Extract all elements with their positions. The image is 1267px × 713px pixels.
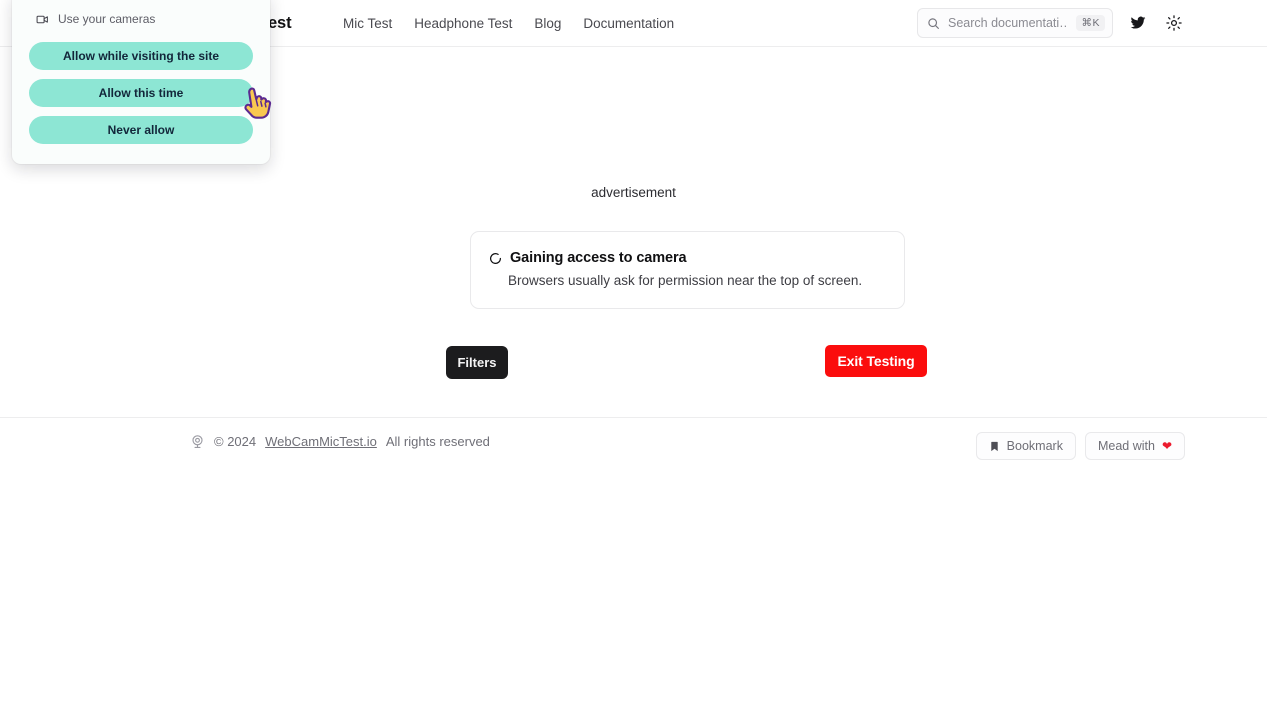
allow-this-time-button[interactable]: Allow this time: [29, 79, 253, 107]
footer-left-group: © 2024 WebCamMicTest.io All rights reser…: [190, 434, 490, 449]
status-card-subtitle: Browsers usually ask for permission near…: [508, 273, 863, 288]
permission-popup-title: Use your cameras: [58, 12, 156, 26]
nav-link-blog[interactable]: Blog: [534, 16, 561, 31]
search-box[interactable]: ⌘K: [917, 8, 1113, 38]
navbar-right-group: ⌘K: [917, 8, 1185, 38]
made-with-love-button[interactable]: Mead with ❤: [1084, 432, 1185, 460]
heart-icon: ❤: [1161, 439, 1172, 453]
advertisement-label: advertisement: [591, 185, 676, 200]
allow-while-visiting-button[interactable]: Allow while visiting the site: [29, 42, 253, 70]
page-footer: © 2024 WebCamMicTest.io All rights reser…: [0, 417, 1267, 472]
status-card-header: Gaining access to camera: [489, 250, 884, 266]
filters-button[interactable]: Filters: [446, 346, 508, 379]
bookmark-button[interactable]: Bookmark: [975, 432, 1076, 460]
loading-spinner-icon: [490, 252, 501, 264]
search-icon: [928, 17, 939, 29]
twitter-icon[interactable]: [1127, 12, 1149, 34]
bookmark-icon: [990, 441, 998, 451]
footer-copyright: © 2024: [214, 434, 257, 449]
bookmark-button-label: Bookmark: [1006, 439, 1063, 453]
nav-link-documentation[interactable]: Documentation: [583, 16, 674, 31]
nav-link-mic-test[interactable]: Mic Test: [343, 16, 392, 31]
footer-site-link[interactable]: WebCamMicTest.io: [265, 434, 377, 449]
sun-icon[interactable]: [1163, 12, 1185, 34]
exit-testing-button[interactable]: Exit Testing: [825, 345, 927, 377]
footer-rights-text: All rights reserved: [385, 434, 490, 449]
never-allow-button[interactable]: Never allow: [29, 116, 253, 144]
nav-link-headphone-test[interactable]: Headphone Test: [414, 16, 512, 31]
made-with-label: Mead with: [1097, 439, 1155, 453]
nav-links: Mic Test Headphone Test Blog Documentati…: [343, 16, 674, 31]
permission-popup-header: Use your cameras: [36, 12, 256, 26]
status-card-title: Gaining access to camera: [510, 250, 687, 266]
camera-status-card: Gaining access to camera Browsers usuall…: [470, 231, 905, 309]
camera-permission-popup: Use your cameras Allow while visiting th…: [12, 0, 270, 164]
app-root: MicTest Mic Test Headphone Test Blog Doc…: [0, 0, 1267, 713]
search-input[interactable]: [948, 16, 1069, 30]
video-camera-icon: [36, 15, 48, 23]
search-shortcut-badge: ⌘K: [1076, 15, 1105, 31]
webcam-icon: [192, 435, 203, 448]
footer-right-group: Bookmark Mead with ❤: [975, 432, 1185, 460]
